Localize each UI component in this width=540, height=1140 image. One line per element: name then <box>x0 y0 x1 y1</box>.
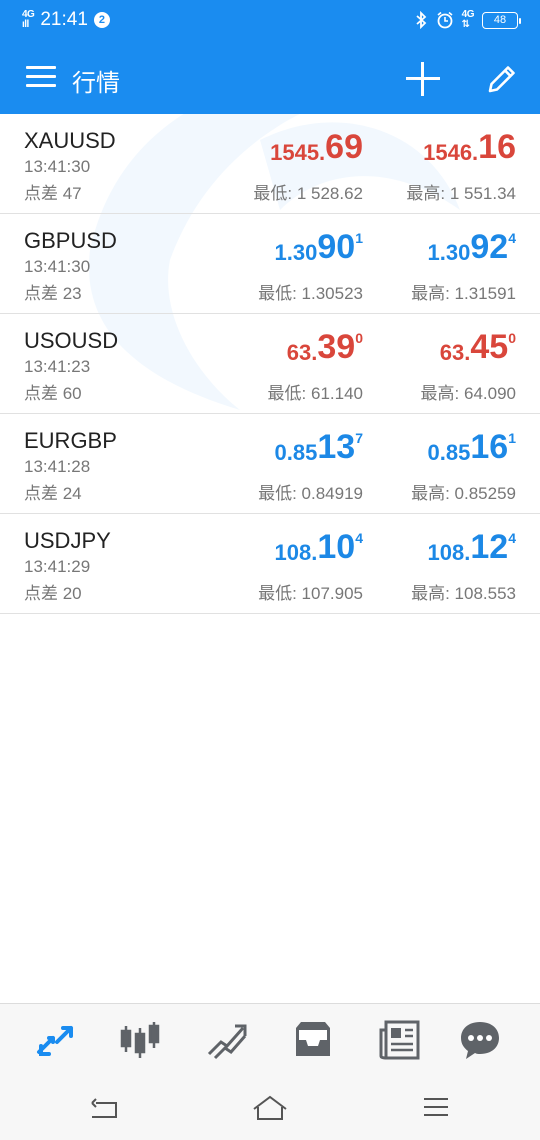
history-tab-icon[interactable] <box>291 1018 335 1062</box>
quote-row[interactable]: USOUSD 13:41:23 点差 60 63. 39 0 63. 45 0 最低: 61.14… <box>0 314 540 414</box>
bid-price[interactable]: 1.30 90 1 <box>275 228 363 266</box>
system-nav-bar <box>0 1075 540 1140</box>
quotes-list: XAUUSD 13:41:30 点差 47 1545. 69 1546. 16 最低: 1 5… <box>0 114 540 614</box>
low-price: 最低: 61.140 <box>267 384 363 403</box>
high-price: 最高: 108.553 <box>411 584 516 603</box>
bluetooth-icon <box>416 11 426 29</box>
quote-row[interactable]: XAUUSD 13:41:30 点差 47 1545. 69 1546. 16 最低: 1 5… <box>0 114 540 214</box>
quote-time: 13:41:23 <box>24 357 91 376</box>
ask-price[interactable]: 1546. 16 <box>423 128 516 166</box>
trade-tab-icon[interactable] <box>205 1018 249 1062</box>
status-bar: 4G ıll 21:41 2 4G ⇅ 48 <box>0 0 540 42</box>
add-symbol-icon[interactable] <box>404 60 442 98</box>
spread-value: 点差 47 <box>24 184 82 203</box>
quote-time: 13:41:30 <box>24 157 91 176</box>
battery-icon: 48 <box>482 11 521 29</box>
ask-price[interactable]: 1.30 92 4 <box>428 228 516 266</box>
low-price: 最低: 1.30523 <box>258 284 363 303</box>
messages-tab-icon[interactable] <box>458 1018 502 1062</box>
spread-value: 点差 24 <box>24 484 82 503</box>
news-tab-icon[interactable] <box>378 1018 422 1062</box>
ask-price[interactable]: 108. 12 4 <box>428 528 516 566</box>
home-nav-icon[interactable] <box>252 1093 288 1121</box>
back-nav-icon[interactable] <box>88 1093 124 1121</box>
app-header: 4G ıll 21:41 2 4G ⇅ 48 行情 <box>0 0 540 114</box>
symbol-name: XAUUSD <box>24 128 116 153</box>
bid-price[interactable]: 1545. 69 <box>270 128 363 166</box>
quote-time: 13:41:29 <box>24 557 91 576</box>
quote-row[interactable]: GBPUSD 13:41:30 点差 23 1.30 90 1 1.30 92 4 最低: 1.3… <box>0 214 540 314</box>
page-title: 行情 <box>72 70 120 97</box>
symbol-name: USOUSD <box>24 328 119 353</box>
symbol-name: EURGBP <box>24 428 117 453</box>
spread-value: 点差 20 <box>24 584 82 603</box>
bid-price[interactable]: 108. 10 4 <box>275 528 363 566</box>
menu-icon[interactable] <box>26 66 56 90</box>
quote-row[interactable]: EURGBP 13:41:28 点差 24 0.85 13 7 0.85 16 1 最低: 0.8… <box>0 414 540 514</box>
quote-row[interactable]: USDJPY 13:41:29 点差 20 108. 10 4 108. 12 4 最低: 107… <box>0 514 540 614</box>
quotes-tab-icon[interactable] <box>33 1018 77 1062</box>
quote-time: 13:41:30 <box>24 257 91 276</box>
mobile-data-icon: 4G ⇅ <box>461 9 475 30</box>
app-bar: 行情 <box>0 42 540 114</box>
quote-time: 13:41:28 <box>24 457 91 476</box>
notification-badge: 2 <box>93 12 110 28</box>
bottom-tab-bar <box>0 1003 540 1075</box>
high-price: 最高: 64.090 <box>420 384 516 403</box>
high-price: 最高: 1 551.34 <box>406 184 516 203</box>
symbol-name: USDJPY <box>24 528 111 553</box>
spread-value: 点差 23 <box>24 284 82 303</box>
symbol-name: GBPUSD <box>24 228 117 253</box>
chart-tab-icon[interactable] <box>118 1018 162 1062</box>
signal-icon: 4G ıll <box>22 9 35 30</box>
low-price: 最低: 107.905 <box>258 584 363 603</box>
bid-price[interactable]: 63. 39 0 <box>287 328 363 366</box>
status-time: 21:41 <box>40 9 88 30</box>
bid-price[interactable]: 0.85 13 7 <box>275 428 363 466</box>
low-price: 最低: 0.84919 <box>258 484 363 503</box>
spread-value: 点差 60 <box>24 384 82 403</box>
edit-icon[interactable] <box>484 61 520 97</box>
alarm-icon <box>437 11 453 29</box>
ask-price[interactable]: 0.85 16 1 <box>428 428 516 466</box>
high-price: 最高: 0.85259 <box>411 484 516 503</box>
high-price: 最高: 1.31591 <box>411 284 516 303</box>
recents-nav-icon[interactable] <box>418 1093 454 1121</box>
ask-price[interactable]: 63. 45 0 <box>440 328 516 366</box>
low-price: 最低: 1 528.62 <box>253 184 363 203</box>
